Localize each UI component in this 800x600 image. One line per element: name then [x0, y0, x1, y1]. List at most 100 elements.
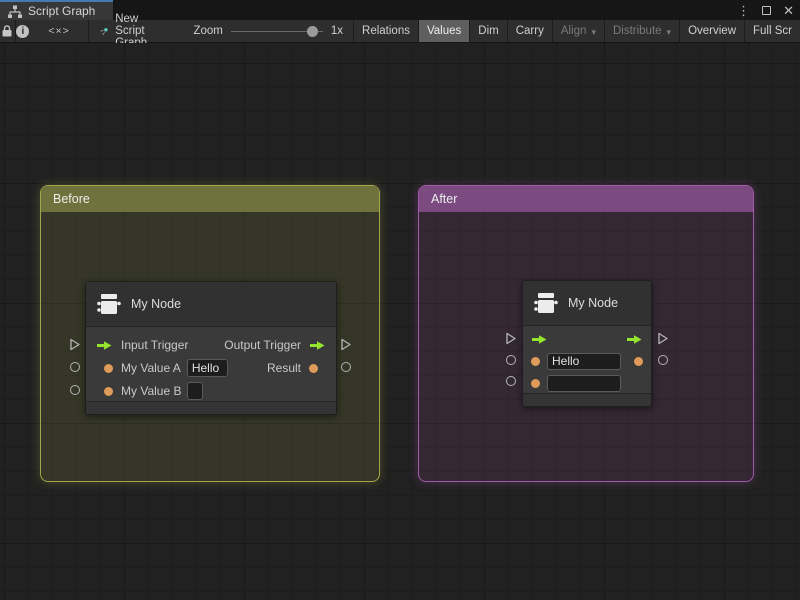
group-before-title: Before: [53, 192, 90, 206]
external-value-port[interactable]: [70, 362, 80, 372]
value-port-icon: [531, 357, 540, 366]
output-trigger-port[interactable]: [618, 329, 651, 349]
zoom-slider[interactable]: [231, 20, 323, 43]
flow-arrow-icon: [531, 334, 548, 345]
value-a-input[interactable]: [547, 353, 621, 370]
code-icon: <×>: [48, 25, 69, 37]
value-b-port[interactable]: My Value B: [86, 380, 203, 402]
port-row-trigger: Input Trigger Output Trigger: [86, 334, 336, 356]
flow-arrow-icon: [309, 340, 326, 351]
distribute-label: Distribute: [613, 25, 662, 37]
overview-label: Overview: [688, 25, 736, 37]
fullscreen-label: Full Scr: [753, 25, 792, 37]
flow-arrow-icon: [626, 334, 643, 345]
unit-node-icon: [533, 291, 558, 315]
value-port-icon: [309, 364, 318, 373]
port-row-value-a: [523, 350, 651, 372]
value-a-port[interactable]: [523, 350, 629, 372]
zoom-slider-handle[interactable]: [307, 26, 318, 37]
external-value-port[interactable]: [506, 355, 516, 365]
flow-port-outline-icon: [340, 338, 352, 351]
group-after-header[interactable]: After: [419, 186, 753, 212]
close-icon[interactable]: ✕: [783, 4, 794, 17]
value-b-label: My Value B: [121, 384, 181, 398]
input-trigger-port[interactable]: Input Trigger: [86, 334, 188, 356]
external-flow-port[interactable]: [69, 338, 81, 351]
node-footer: [523, 393, 651, 406]
value-port-icon: [531, 379, 540, 388]
dim-button[interactable]: Dim: [469, 20, 506, 42]
unit-node-icon: [96, 292, 121, 316]
value-port-icon: [104, 364, 113, 373]
external-value-port[interactable]: [506, 376, 516, 386]
node-title: My Node: [131, 297, 181, 311]
values-label: Values: [427, 25, 461, 37]
output-trigger-port[interactable]: Output Trigger: [224, 334, 336, 356]
overview-button[interactable]: Overview: [679, 20, 744, 42]
value-b-input[interactable]: [187, 382, 203, 400]
zoom-control: Zoom 1x: [167, 20, 353, 42]
code-view-button[interactable]: <×>: [48, 20, 69, 42]
flow-port-outline-icon: [69, 338, 81, 351]
value-a-label: My Value A: [121, 361, 181, 375]
script-graph-icon: [8, 5, 22, 18]
values-button[interactable]: Values: [418, 20, 469, 42]
result-port[interactable]: Result: [267, 357, 336, 379]
zoom-label: Zoom: [193, 25, 222, 37]
external-value-port[interactable]: [70, 385, 80, 395]
external-flow-port[interactable]: [505, 332, 517, 345]
chevron-down-icon: ▾: [667, 27, 672, 38]
external-value-port[interactable]: [658, 355, 668, 365]
lock-icon: [1, 24, 13, 38]
menu-icon[interactable]: ⋮: [737, 4, 750, 17]
result-label: Result: [267, 361, 301, 375]
align-dropdown[interactable]: Align ▾: [552, 20, 604, 42]
relations-button[interactable]: Relations: [353, 20, 418, 42]
value-b-port[interactable]: [523, 373, 629, 393]
external-flow-port[interactable]: [657, 332, 669, 345]
zoom-value: 1x: [331, 25, 343, 37]
info-button[interactable]: i: [15, 20, 30, 42]
graph-canvas[interactable]: Before After My Node: [0, 43, 800, 600]
port-row-value-b: [523, 373, 651, 393]
input-trigger-port[interactable]: [523, 329, 556, 349]
carry-button[interactable]: Carry: [507, 20, 552, 42]
distribute-dropdown[interactable]: Distribute ▾: [604, 20, 679, 42]
tab-title: Script Graph: [28, 4, 95, 18]
input-trigger-label: Input Trigger: [121, 338, 188, 352]
graph-node-icon: [100, 24, 108, 39]
node-header[interactable]: My Node: [86, 282, 336, 327]
fullscreen-button[interactable]: Full Scr: [744, 20, 800, 42]
flow-port-outline-icon: [657, 332, 669, 345]
value-b-input[interactable]: [547, 375, 621, 392]
result-port[interactable]: [626, 350, 651, 372]
node-header[interactable]: My Node: [523, 281, 651, 326]
info-icon: i: [16, 25, 29, 38]
external-flow-port[interactable]: [340, 338, 352, 351]
graph-toolbar: i <×> New Script Graph Zoom 1x: [0, 20, 800, 43]
node-my-node-after[interactable]: My Node: [522, 280, 652, 407]
graph-title-item[interactable]: New Script Graph: [88, 20, 167, 42]
toolbar-toggle-buttons: Relations Values Dim Carry Align ▾ Distr…: [353, 20, 800, 42]
flow-arrow-icon: [96, 340, 113, 351]
unity-visual-scripting-window: Script Graph ⋮ ✕ i <×>: [0, 0, 800, 600]
value-port-icon: [104, 387, 113, 396]
value-a-input[interactable]: [187, 359, 228, 377]
spacer: [70, 20, 88, 42]
external-value-port[interactable]: [341, 362, 351, 372]
carry-label: Carry: [516, 25, 544, 37]
value-a-port[interactable]: My Value A: [86, 357, 228, 379]
port-row-trigger: [523, 329, 651, 349]
port-row-value-a: My Value A Result: [86, 357, 336, 379]
maximize-icon[interactable]: [762, 6, 771, 15]
group-before-header[interactable]: Before: [41, 186, 379, 212]
window-controls: ⋮ ✕: [737, 0, 794, 20]
flow-port-outline-icon: [505, 332, 517, 345]
chevron-down-icon: ▾: [591, 27, 596, 38]
node-my-node-before[interactable]: My Node Input Trigger Output Trigger: [85, 281, 337, 415]
lock-button[interactable]: [0, 20, 15, 42]
value-port-icon: [634, 357, 643, 366]
spacer: [30, 20, 48, 42]
tab-script-graph[interactable]: Script Graph: [0, 0, 113, 20]
node-title: My Node: [568, 296, 618, 310]
